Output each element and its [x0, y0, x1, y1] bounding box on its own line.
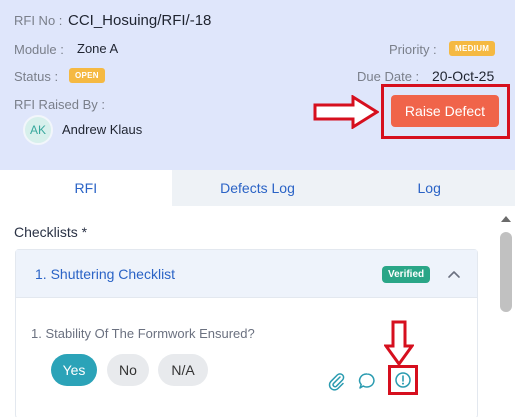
checklists-title: Checklists * [14, 224, 88, 240]
raised-by-name: Andrew Klaus [62, 122, 143, 137]
raised-by-label: RFI Raised By : [14, 97, 106, 112]
option-no-button[interactable]: No [107, 354, 149, 386]
rfi-no-value: CCI_Hosuing/RFI/-18 [68, 12, 212, 29]
rfi-no-label: RFI No : [14, 13, 63, 28]
tab-log[interactable]: Log [343, 170, 515, 206]
scrollbar-thumb[interactable] [500, 232, 512, 312]
chat-bubble-icon[interactable] [357, 371, 377, 391]
priority-badge: MEDIUM [449, 41, 496, 56]
question-text: 1. Stability Of The Formwork Ensured? [31, 326, 255, 341]
due-date-value: 20-Oct-25 [432, 68, 495, 84]
arrow-right-icon [313, 95, 379, 129]
avatar: AK [23, 115, 53, 145]
module-label: Module : [14, 42, 64, 57]
status-badge: OPEN [69, 68, 105, 83]
option-yes-button[interactable]: Yes [51, 354, 97, 386]
alert-circle-icon[interactable] [393, 370, 413, 390]
raise-defect-button[interactable]: Raise Defect [391, 95, 499, 127]
paperclip-icon[interactable] [326, 371, 346, 391]
module-value: Zone A [77, 41, 119, 56]
arrow-down-icon [384, 320, 414, 366]
priority-label: Priority : [389, 42, 437, 57]
tab-bar: RFI Defects Log Log [0, 170, 515, 206]
verified-badge: Verified [382, 266, 431, 283]
tab-defects-log[interactable]: Defects Log [172, 170, 344, 206]
tab-rfi[interactable]: RFI [0, 170, 172, 206]
checklist-title: 1. Shuttering Checklist [35, 266, 176, 282]
rfi-header: RFI No : CCI_Hosuing/RFI/-18 Module : Zo… [0, 0, 515, 170]
option-na-button[interactable]: N/A [158, 354, 208, 386]
scroll-up-icon[interactable] [499, 214, 513, 224]
chevron-up-icon[interactable] [446, 266, 462, 282]
due-date-label: Due Date : [357, 69, 420, 84]
status-label: Status : [14, 69, 59, 84]
checklist-card-header[interactable]: 1. Shuttering Checklist Verified [16, 250, 477, 298]
